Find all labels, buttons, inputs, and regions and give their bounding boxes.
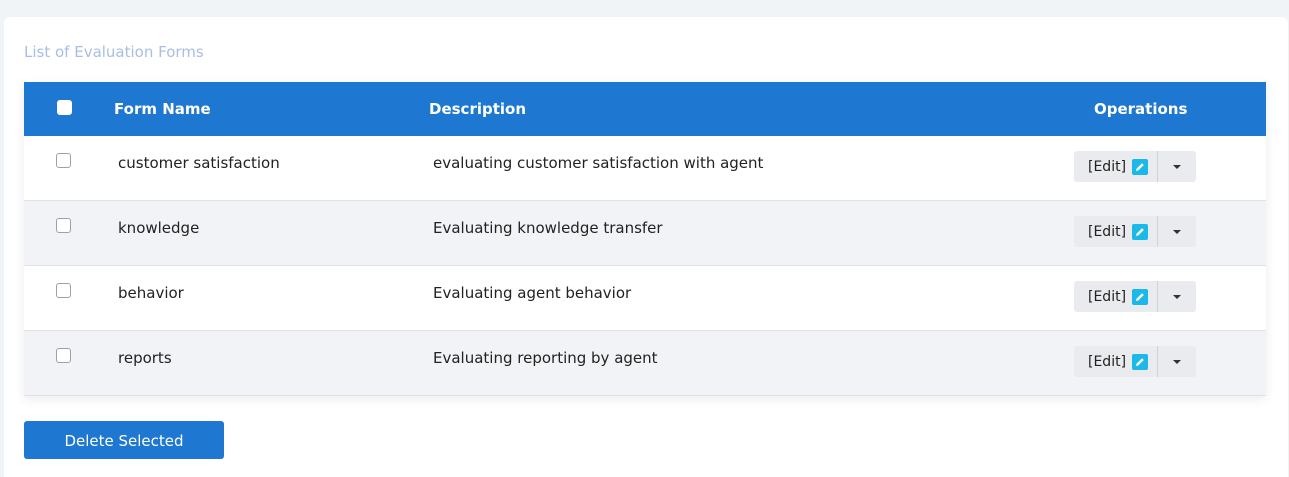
- operations-dropdown-toggle[interactable]: [1158, 281, 1196, 312]
- form-name-cell: customer satisfaction: [118, 154, 280, 172]
- operations-button-group: [Edit]: [1074, 151, 1196, 182]
- operations-dropdown-toggle[interactable]: [1158, 346, 1196, 377]
- table-row: behavior Evaluating agent behavior [Edit…: [24, 266, 1266, 331]
- table-row: knowledge Evaluating knowledge transfer …: [24, 201, 1266, 266]
- row-checkbox[interactable]: [56, 153, 71, 168]
- pencil-icon: [1132, 288, 1149, 305]
- edit-button[interactable]: [Edit]: [1074, 151, 1157, 182]
- column-header-form-name[interactable]: Form Name: [114, 82, 211, 136]
- table-row: reports Evaluating reporting by agent [E…: [24, 331, 1266, 396]
- edit-label: [Edit]: [1088, 288, 1127, 305]
- form-name-cell: behavior: [118, 284, 184, 302]
- pencil-icon: [1132, 353, 1149, 370]
- pencil-icon: [1132, 223, 1149, 240]
- form-name-cell: reports: [118, 349, 172, 367]
- description-cell: evaluating customer satisfaction with ag…: [433, 154, 764, 172]
- operations-dropdown-toggle[interactable]: [1158, 151, 1196, 182]
- edit-label: [Edit]: [1088, 223, 1127, 240]
- caret-down-icon: [1173, 294, 1181, 299]
- row-checkbox[interactable]: [56, 348, 71, 363]
- caret-down-icon: [1173, 359, 1181, 364]
- edit-button[interactable]: [Edit]: [1074, 216, 1157, 247]
- edit-button[interactable]: [Edit]: [1074, 346, 1157, 377]
- delete-selected-button[interactable]: Delete Selected: [24, 421, 224, 459]
- operations-dropdown-toggle[interactable]: [1158, 216, 1196, 247]
- row-checkbox[interactable]: [56, 283, 71, 298]
- table-header: Form Name Description Operations: [24, 82, 1266, 136]
- evaluation-forms-table: Form Name Description Operations custome…: [24, 82, 1266, 396]
- column-header-operations: Operations: [1094, 100, 1188, 118]
- caret-down-icon: [1173, 229, 1181, 234]
- edit-label: [Edit]: [1088, 353, 1127, 370]
- operations-button-group: [Edit]: [1074, 281, 1196, 312]
- edit-label: [Edit]: [1088, 158, 1127, 175]
- edit-button[interactable]: [Edit]: [1074, 281, 1157, 312]
- table-row: customer satisfaction evaluating custome…: [24, 136, 1266, 201]
- caret-down-icon: [1173, 164, 1181, 169]
- pencil-icon: [1132, 158, 1149, 175]
- description-cell: Evaluating knowledge transfer: [433, 219, 663, 237]
- operations-button-group: [Edit]: [1074, 346, 1196, 377]
- card-title: List of Evaluation Forms: [24, 43, 204, 61]
- description-cell: Evaluating reporting by agent: [433, 349, 658, 367]
- form-name-cell: knowledge: [118, 219, 200, 237]
- column-header-description[interactable]: Description: [429, 82, 526, 136]
- evaluation-forms-card: List of Evaluation Forms Form Name Descr…: [4, 17, 1288, 477]
- description-cell: Evaluating agent behavior: [433, 284, 632, 302]
- select-all-checkbox[interactable]: [57, 100, 72, 115]
- row-checkbox[interactable]: [56, 218, 71, 233]
- operations-button-group: [Edit]: [1074, 216, 1196, 247]
